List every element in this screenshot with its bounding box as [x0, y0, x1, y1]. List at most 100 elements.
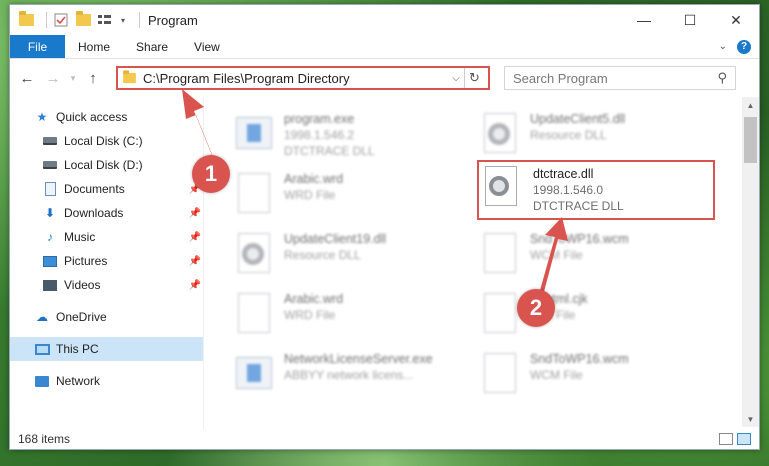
scroll-up-arrow-icon[interactable]: ▲ — [742, 97, 759, 113]
executable-icon — [234, 351, 274, 397]
music-icon: ♪ — [47, 230, 53, 244]
sidebar-item-label: Music — [64, 230, 96, 244]
sidebar-item-label: Local Disk (C:) — [64, 134, 143, 148]
details-view-icon[interactable] — [719, 433, 733, 445]
sidebar-item-local-disk-d[interactable]: Local Disk (D:) — [10, 153, 203, 177]
navigation-pane: ★ Quick access Local Disk (C:) Local Dis… — [10, 97, 204, 429]
pin-icon[interactable]: 📌 — [189, 184, 201, 195]
forward-arrow-icon[interactable]: → — [42, 67, 64, 89]
sidebar-item-label: Local Disk (D:) — [64, 158, 143, 172]
minimize-button[interactable]: — — [621, 5, 667, 35]
sidebar-item-label: Documents — [64, 182, 125, 196]
title-bar: ▾ Program — ☐ ✕ — [10, 5, 759, 35]
downloads-icon: ⬇ — [44, 206, 56, 220]
sidebar-item-documents[interactable]: Documents 📌 — [10, 177, 203, 201]
back-arrow-icon[interactable]: ← — [16, 67, 38, 89]
search-box[interactable]: Search Program ⚲ — [504, 66, 736, 90]
item-count: 168 items — [18, 432, 71, 446]
pictures-icon — [42, 253, 58, 269]
list-item[interactable]: program.exe 1998.1.546.2 DTCTRACE DLL — [234, 105, 480, 165]
pin-icon[interactable]: 📌 — [189, 256, 201, 267]
sidebar-item-network[interactable]: Network — [10, 369, 203, 393]
divider — [46, 12, 47, 28]
list-item[interactable]: UpdateClient5.dll Resource DLL — [480, 105, 726, 165]
star-icon: ★ — [36, 110, 48, 124]
refresh-icon[interactable]: ↻ — [464, 68, 484, 88]
folder-icon — [18, 11, 34, 28]
file-list: program.exe 1998.1.546.2 DTCTRACE DLL Upda… — [204, 97, 759, 429]
dll-gear-icon — [480, 111, 520, 157]
maximize-button[interactable]: ☐ — [667, 5, 713, 35]
file-description: DTCTRACE DLL — [533, 199, 624, 213]
sidebar-item-label: Pictures — [64, 254, 108, 268]
file-page-icon — [234, 291, 274, 337]
search-icon[interactable]: ⚲ — [717, 70, 727, 86]
navigation-bar: ← → ▾ ↑ C:\Program Files\Program Directo… — [10, 59, 759, 97]
list-item[interactable]: NetworkLicenseServer.exe ABBYY network li… — [234, 345, 480, 405]
sidebar-item-quick-access[interactable]: ★ Quick access — [10, 105, 203, 129]
sidebar-item-pictures[interactable]: Pictures 📌 — [10, 249, 203, 273]
list-item[interactable]: Arabic.wrd WRD File — [234, 285, 480, 345]
sidebar-item-label: Videos — [64, 278, 101, 292]
file-explorer-window: ▾ Program — ☐ ✕ File Home Share View ⌄ ?… — [9, 4, 760, 450]
cloud-icon: ☁ — [36, 310, 48, 324]
recent-locations-chevron-icon[interactable]: ▾ — [68, 67, 78, 89]
sidebar-item-onedrive[interactable]: ☁ OneDrive — [10, 305, 203, 329]
executable-icon — [234, 111, 274, 157]
view-options-icon[interactable] — [97, 12, 113, 28]
drive-icon — [42, 133, 58, 149]
sidebar-item-downloads[interactable]: ⬇ Downloads 📌 — [10, 201, 203, 225]
ribbon-tabs: File Home Share View ⌄ ? — [10, 35, 759, 59]
scroll-down-arrow-icon[interactable]: ▼ — [742, 411, 759, 427]
pin-icon[interactable]: 📌 — [189, 208, 201, 219]
divider — [139, 12, 140, 28]
file-page-icon — [234, 171, 274, 217]
close-button[interactable]: ✕ — [713, 5, 759, 35]
network-icon — [34, 373, 50, 389]
tab-view[interactable]: View — [181, 35, 233, 58]
sidebar-item-this-pc[interactable]: This PC — [10, 337, 203, 361]
new-folder-icon[interactable] — [75, 11, 91, 28]
highlighted-file-dtctrace[interactable]: dtctrace.dll 1998.1.546.0 DTCTRACE DLL — [477, 160, 715, 220]
sidebar-item-label: OneDrive — [56, 310, 107, 324]
tab-share[interactable]: Share — [123, 35, 181, 58]
tab-file[interactable]: File — [10, 35, 65, 58]
dll-gear-icon — [485, 166, 525, 212]
sidebar-item-local-disk-c[interactable]: Local Disk (C:) — [10, 129, 203, 153]
vertical-scrollbar[interactable]: ▲ ▼ — [742, 97, 759, 427]
sidebar-item-label: This PC — [56, 342, 99, 356]
sidebar-item-videos[interactable]: Videos 📌 — [10, 273, 203, 297]
list-item[interactable]: Rkhtml.cjk CJK File — [480, 285, 726, 345]
computer-icon — [34, 341, 50, 357]
pin-icon[interactable]: 📌 — [189, 280, 201, 291]
videos-icon — [42, 277, 58, 293]
properties-icon[interactable] — [53, 12, 69, 28]
file-page-icon — [480, 291, 520, 337]
file-version: 1998.1.546.0 — [533, 183, 604, 197]
sidebar-item-music[interactable]: ♪ Music 📌 — [10, 225, 203, 249]
search-input[interactable]: Search Program — [513, 71, 717, 86]
pin-icon[interactable]: 📌 — [189, 232, 201, 243]
up-arrow-icon[interactable]: ↑ — [82, 67, 104, 89]
address-bar[interactable]: C:\Program Files\Program Directory ⌵ ↻ — [116, 66, 490, 90]
list-item[interactable]: SndToWP16.wcm WCM File — [480, 225, 726, 285]
window-title: Program — [148, 12, 198, 28]
expand-ribbon-chevron-icon[interactable]: ⌄ — [719, 41, 727, 52]
help-icon[interactable]: ? — [737, 39, 751, 54]
sidebar-item-label: Network — [56, 374, 101, 388]
address-dropdown-chevron-icon[interactable]: ⌵ — [448, 73, 464, 84]
sidebar-item-label: Quick access — [56, 110, 128, 124]
dll-gear-icon — [234, 231, 274, 277]
tab-home[interactable]: Home — [65, 35, 123, 58]
address-path[interactable]: C:\Program Files\Program Directory — [143, 71, 448, 86]
scroll-thumb[interactable] — [744, 117, 757, 163]
file-page-icon — [480, 351, 520, 397]
tiles-view-icon[interactable] — [737, 433, 751, 445]
list-item[interactable]: SndToWP16.wcm WCM File — [480, 345, 726, 405]
documents-icon — [42, 181, 58, 197]
list-item[interactable]: UpdateClient19.dll Resource DLL — [234, 225, 480, 285]
list-item[interactable]: Arabic.wrd WRD File — [234, 165, 480, 225]
file-page-icon — [480, 231, 520, 277]
file-name: dtctrace.dll — [533, 167, 594, 181]
customize-toolbar-chevron-icon[interactable]: ▾ — [119, 12, 127, 28]
